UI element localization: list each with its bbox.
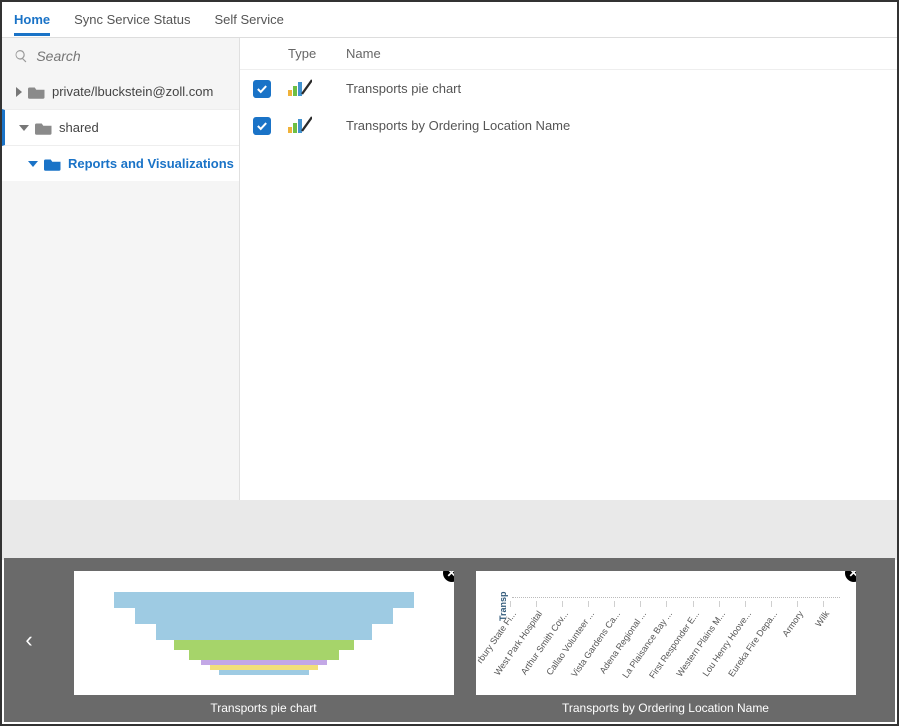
row-checkbox[interactable] <box>253 80 271 98</box>
header-type[interactable]: Type <box>284 46 342 61</box>
folder-tree: private/lbuckstein@zoll.com shared Repor… <box>2 74 239 181</box>
main-area: private/lbuckstein@zoll.com shared Repor… <box>2 38 897 500</box>
visualization-icon <box>288 78 312 96</box>
card-wrap: ✕ Transports pie chart <box>74 571 454 715</box>
funnel-chart <box>84 577 444 689</box>
chevron-right-icon <box>16 87 22 97</box>
tab-self-service[interactable]: Self Service <box>214 4 283 35</box>
row-name: Transports pie chart <box>342 81 897 96</box>
close-icon[interactable]: ✕ <box>443 571 454 582</box>
header-name[interactable]: Name <box>342 46 897 61</box>
preview-card-ordering[interactable]: ✕ Transp rbury State Fi...West Park Hosp… <box>476 571 856 695</box>
tree-label-private: private/lbuckstein@zoll.com <box>52 84 213 99</box>
search-row <box>2 38 239 74</box>
card-caption: Transports by Ordering Location Name <box>562 701 769 715</box>
funnel-band <box>219 670 309 675</box>
table-row[interactable]: Transports by Ordering Location Name <box>240 107 897 144</box>
chart-ticks: rbury State Fi...West Park HospitalArthu… <box>504 601 846 689</box>
carousel-cards: ✕ Transports pie chart ✕ Transp rbury St… <box>44 565 885 715</box>
funnel-band <box>174 640 354 650</box>
table-row[interactable]: Transports pie chart <box>240 70 897 107</box>
tab-home[interactable]: Home <box>14 4 50 36</box>
tree-item-shared[interactable]: shared <box>2 109 239 146</box>
tree-item-reports[interactable]: Reports and Visualizations <box>2 146 239 181</box>
divider-gap <box>2 500 897 560</box>
folder-icon <box>28 85 46 99</box>
carousel-prev-button[interactable]: ‹ <box>14 627 44 653</box>
top-tabs: Home Sync Service Status Self Service <box>2 2 897 38</box>
row-name: Transports by Ordering Location Name <box>342 118 897 133</box>
card-wrap: ✕ Transp rbury State Fi...West Park Hosp… <box>476 571 856 715</box>
tree-label-reports: Reports and Visualizations <box>68 156 234 171</box>
tree-label-shared: shared <box>59 120 99 135</box>
preview-carousel: ‹ ✕ Transports pie chart ✕ Transp rbury … <box>4 558 895 722</box>
chevron-down-icon <box>19 125 29 131</box>
tab-sync-service-status[interactable]: Sync Service Status <box>74 4 190 35</box>
row-checkbox[interactable] <box>253 117 271 135</box>
chevron-down-icon <box>28 161 38 167</box>
funnel-band <box>156 624 372 640</box>
folder-icon <box>44 157 62 171</box>
search-input[interactable] <box>36 48 227 64</box>
content-list: Type Name Transports pie cha <box>240 38 897 500</box>
chart-axis <box>512 597 840 598</box>
close-icon[interactable]: ✕ <box>845 571 856 582</box>
preview-card-funnel[interactable]: ✕ <box>74 571 454 695</box>
tree-item-private[interactable]: private/lbuckstein@zoll.com <box>2 74 239 109</box>
folder-icon <box>35 121 53 135</box>
search-icon <box>14 48 28 64</box>
card-caption: Transports pie chart <box>210 701 316 715</box>
funnel-band <box>189 650 339 660</box>
funnel-band <box>114 592 414 608</box>
visualization-icon <box>288 115 312 133</box>
sidebar: private/lbuckstein@zoll.com shared Repor… <box>2 38 240 500</box>
ordering-chart: Transp rbury State Fi...West Park Hospit… <box>486 577 846 689</box>
funnel-band <box>135 608 393 624</box>
content-header: Type Name <box>240 38 897 70</box>
